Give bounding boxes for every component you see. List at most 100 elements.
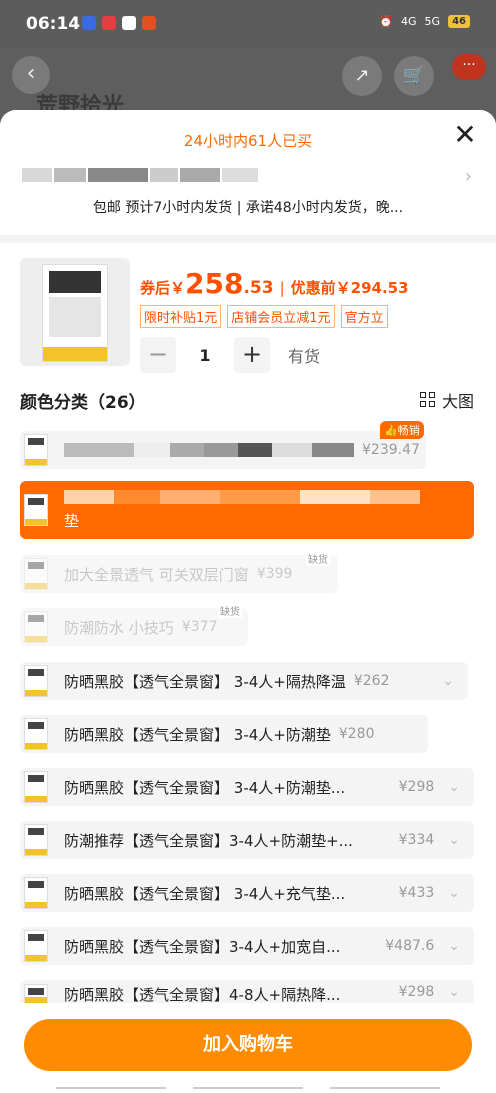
option-thumbnail — [24, 877, 48, 909]
option-item[interactable]: 防潮推荐【透气全景窗】3-4人+防潮垫+... ¥334 ⌄ — [20, 821, 474, 859]
promo-tags: 限时补贴1元 店铺会员立减1元 官方立 — [140, 305, 388, 328]
option-item[interactable]: 防晒黑胶【透气全景窗】4-8人+隔热降... ¥298 ⌄ — [20, 980, 474, 1004]
chevron-down-icon: ⌄ — [448, 938, 460, 954]
option-item[interactable]: 防潮防水 小技巧 ¥377 — [20, 608, 248, 646]
best-seller-badge: 👍畅销 — [380, 421, 424, 439]
app-notification-icon — [142, 16, 156, 30]
app-notification-icon — [102, 16, 116, 30]
original-price: 优惠前￥294.53 — [290, 279, 409, 297]
price-line: 券后￥258.53 | 优惠前￥294.53 — [140, 267, 409, 300]
stock-status: 有货 — [288, 347, 321, 366]
chevron-down-icon: ⌄ — [448, 984, 460, 1000]
sold-out-badge: 缺货 — [306, 551, 330, 566]
color-section-header: 颜色分类（26） 大图 — [0, 378, 496, 422]
option-text: 防晒黑胶【透气全景窗】 3-4人+充气垫... — [64, 884, 346, 903]
bottom-bar: 加入购物车 — [0, 1003, 496, 1093]
notification-icons — [82, 16, 156, 30]
option-thumbnail — [24, 434, 48, 466]
more-icon: ··· — [452, 54, 486, 80]
option-thumbnail — [24, 611, 48, 643]
increase-button[interactable]: + — [234, 337, 270, 373]
promo-tag: 官方立 — [340, 305, 388, 328]
chevron-down-icon: ⌄ — [448, 885, 460, 901]
alarm-icon: ⏰ — [379, 15, 394, 28]
product-summary: 券后￥258.53 | 优惠前￥294.53 限时补贴1元 店铺会员立减1元 官方立… — [0, 243, 496, 378]
chevron-right-icon[interactable]: › — [465, 166, 472, 187]
option-price: ¥280 — [338, 726, 375, 742]
option-text: 加大全景透气 可关双层门窗 — [64, 565, 249, 584]
option-thumbnail — [24, 984, 48, 1004]
option-text: 防潮防水 小技巧 — [64, 618, 174, 637]
option-price: ¥262 — [353, 673, 390, 689]
option-thumbnail — [24, 665, 48, 697]
chevron-down-icon: ⌄ — [442, 673, 454, 689]
option-item-selected[interactable]: 垫 — [20, 481, 474, 539]
price-decimal: .53 — [243, 278, 274, 298]
add-to-cart-button[interactable]: 加入购物车 — [24, 1019, 472, 1071]
price-separator: | — [279, 279, 285, 297]
option-price: ¥239.47 — [362, 442, 420, 458]
system-nav-bar — [56, 1087, 440, 1093]
system-icons: ⏰ 4G 5G 46 — [379, 15, 470, 28]
option-thumbnail — [24, 718, 48, 750]
section-title: 颜色分类（26） — [20, 393, 146, 413]
share-icon: ↗ — [342, 56, 382, 96]
promo-tag: 限时补贴1元 — [140, 305, 222, 328]
promo-tag: 店铺会员立减1元 — [227, 305, 335, 328]
cart-icon: 🛒 — [394, 56, 434, 96]
option-thumbnail — [24, 558, 48, 590]
option-thumbnail — [24, 824, 48, 856]
option-thumbnail — [24, 771, 48, 803]
bought-count: 24小时内61人已买 — [183, 132, 313, 150]
option-text: 防晒黑胶【透气全景窗】4-8人+隔热降... — [64, 986, 341, 1004]
option-price: ¥334 — [398, 832, 435, 848]
option-price: ¥298 — [398, 779, 435, 795]
quantity-stepper: − 1 + 有货 — [140, 337, 320, 373]
option-item[interactable]: 防晒黑胶【透气全景窗】 3-4人+充气垫... ¥433 ⌄ — [20, 874, 474, 912]
option-text-redacted: 垫 — [64, 489, 420, 531]
option-text: 防晒黑胶【透气全景窗】 3-4人+隔热降温 — [64, 672, 346, 691]
battery-icon: 46 — [448, 15, 470, 28]
option-text: 垫 — [64, 511, 80, 530]
option-price: ¥298 — [398, 984, 435, 1000]
chevron-down-icon: ⌄ — [448, 832, 460, 848]
option-text: 防晒黑胶【透气全景窗】 3-4人+防潮垫 — [64, 725, 331, 744]
quantity-value[interactable]: 1 — [176, 346, 234, 365]
close-icon[interactable]: ✕ — [450, 120, 480, 150]
status-time: 06:14 — [26, 14, 81, 34]
option-item[interactable]: 防晒黑胶【透气全景窗】 3-4人+防潮垫... ¥298 ⌄ — [20, 768, 474, 806]
sold-out-badge: 缺货 — [218, 603, 242, 618]
option-text: 防潮推荐【透气全景窗】3-4人+防潮垫+... — [64, 831, 353, 850]
address-redacted[interactable] — [22, 168, 258, 182]
divider — [0, 235, 496, 243]
status-bar: 06:14 ⏰ 4G 5G 46 — [0, 0, 496, 48]
price-integer: 258 — [185, 267, 244, 300]
option-thumbnail — [24, 930, 48, 962]
option-thumbnail — [24, 494, 48, 526]
signal-5g-icon: 5G — [424, 15, 441, 28]
option-item[interactable]: 防晒黑胶【透气全景窗】3-4人+加宽自... ¥487.6 ⌄ — [20, 927, 474, 965]
big-view-toggle[interactable]: 大图 — [419, 388, 474, 412]
option-price: ¥433 — [398, 885, 435, 901]
sku-selector-sheet: 24小时内61人已买 ✕ › 包邮 预计7小时内发货 | 承诺48小时内发货，晚… — [0, 110, 496, 1093]
big-view-label: 大图 — [441, 392, 474, 411]
signal-4g-icon: 4G — [401, 15, 417, 28]
option-price: ¥377 — [181, 619, 218, 635]
sheet-header: 24小时内61人已买 ✕ › 包邮 预计7小时内发货 | 承诺48小时内发货，晚… — [0, 110, 496, 235]
product-image[interactable] — [20, 258, 130, 366]
option-price: ¥487.6 — [385, 938, 435, 954]
chevron-down-icon: ⌄ — [448, 779, 460, 795]
option-item[interactable]: 防晒黑胶【透气全景窗】 3-4人+防潮垫 ¥280 — [20, 715, 428, 753]
option-text: 防晒黑胶【透气全景窗】 3-4人+防潮垫... — [64, 778, 346, 797]
option-item[interactable]: 加大全景透气 可关双层门窗 ¥399 — [20, 555, 338, 593]
option-text: 防晒黑胶【透气全景窗】3-4人+加宽自... — [64, 937, 341, 956]
app-notification-icon — [82, 16, 96, 30]
grid-icon — [419, 392, 436, 408]
after-coupon-label: 券后￥ — [140, 279, 186, 297]
option-text-redacted — [64, 443, 354, 457]
option-item[interactable]: 防晒黑胶【透气全景窗】 3-4人+隔热降温 ¥262 ⌄ — [20, 662, 468, 700]
option-price: ¥399 — [256, 566, 293, 582]
app-notification-icon — [122, 16, 136, 30]
decrease-button[interactable]: − — [140, 337, 176, 373]
option-item[interactable]: ¥239.47 — [20, 431, 426, 469]
